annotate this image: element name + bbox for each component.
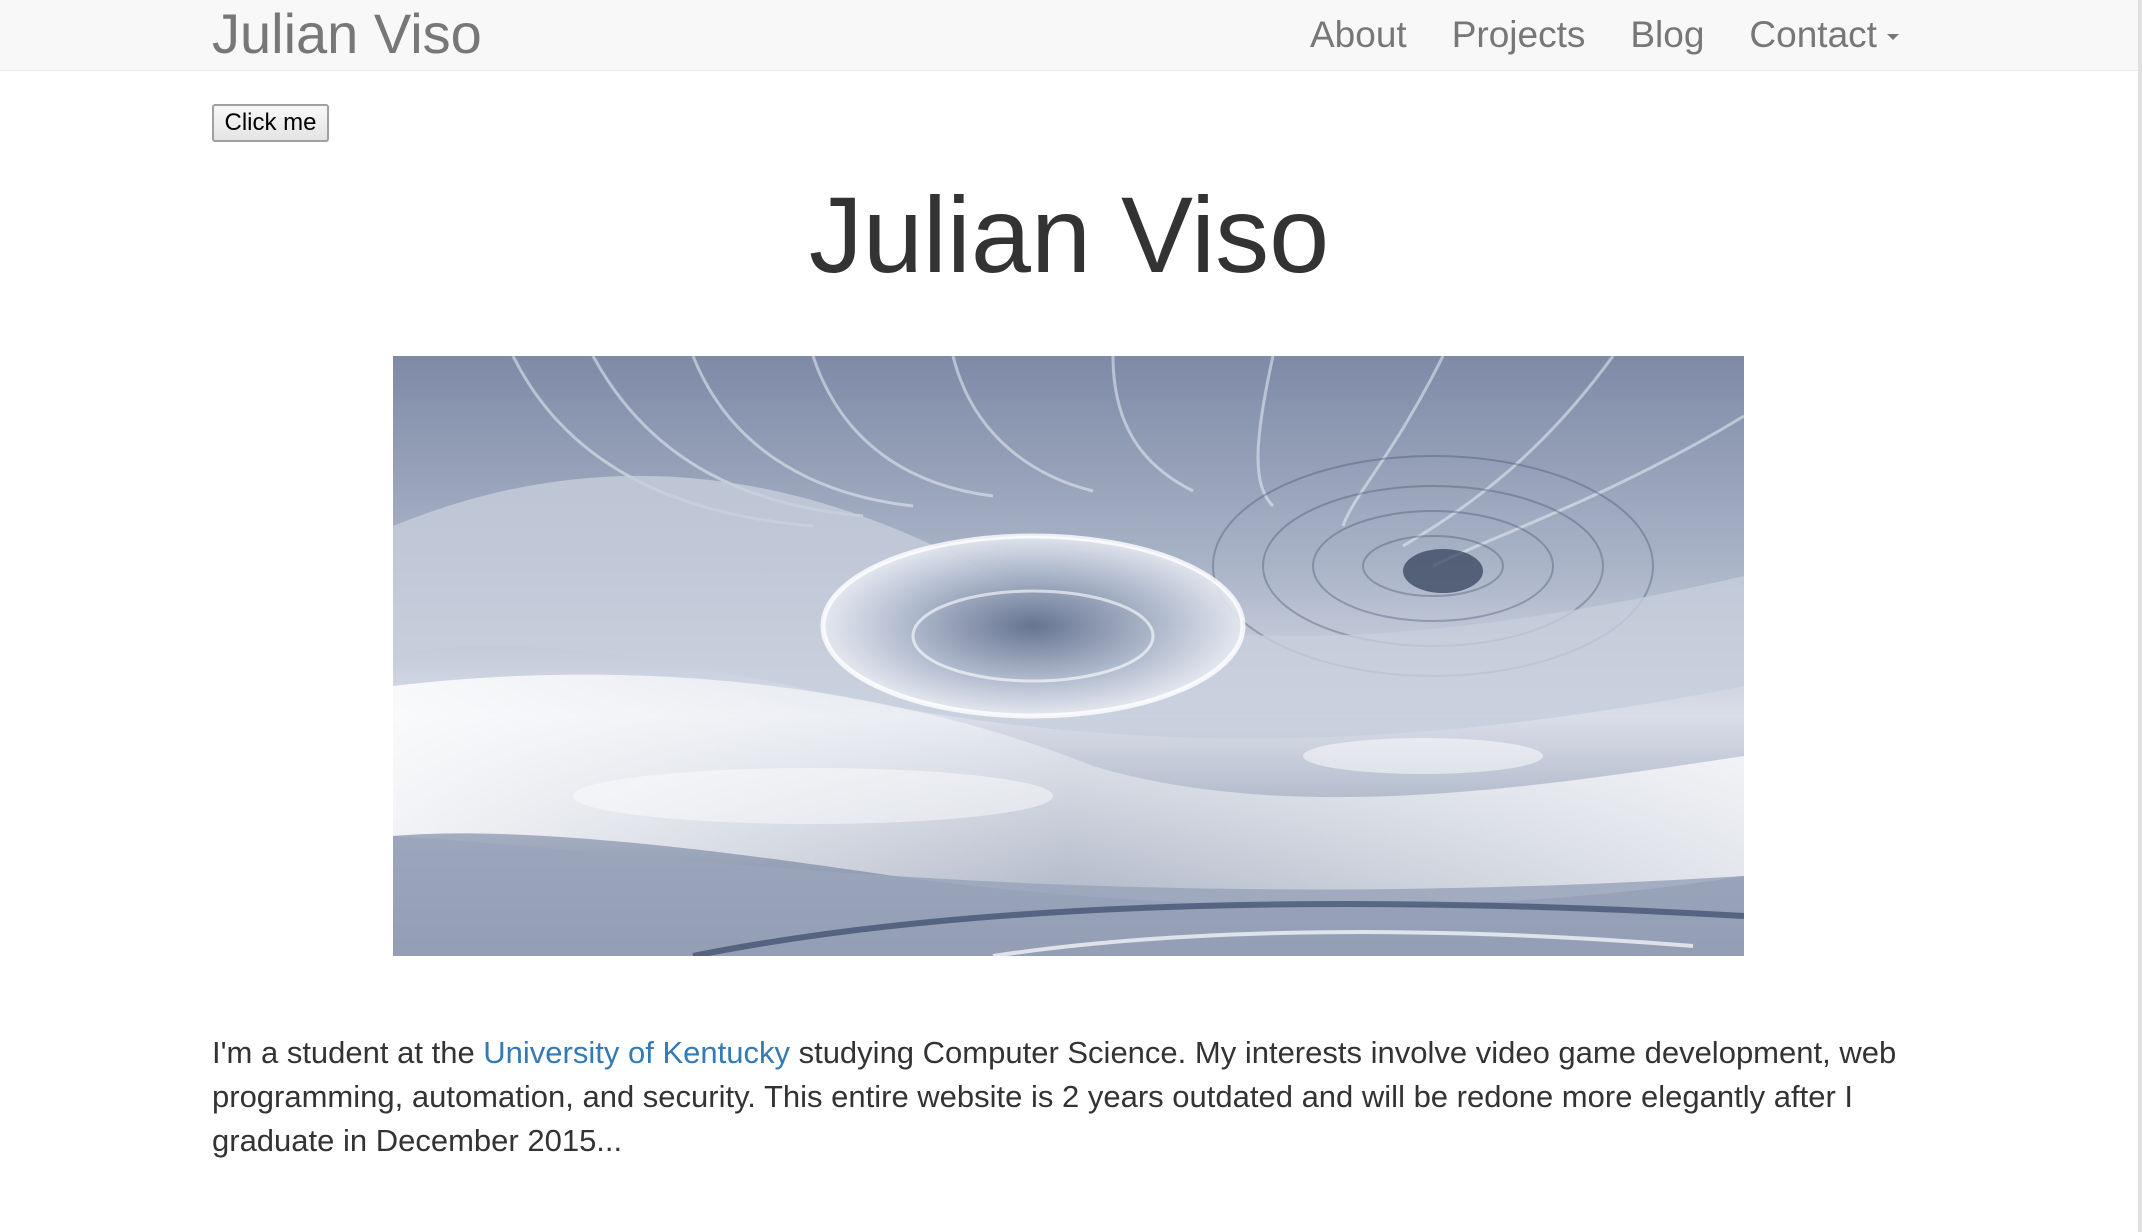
nav-link-blog[interactable]: Blog [1630, 0, 1704, 70]
caret-down-icon [1886, 34, 1899, 41]
bio-paragraph: I'm a student at the University of Kentu… [212, 1031, 1912, 1163]
nav-link-about[interactable]: About [1310, 0, 1407, 70]
page-title: Julian Viso [808, 174, 1330, 295]
brand-link[interactable]: Julian Viso [212, 2, 482, 66]
nav-links: About Projects Blog Contact [1310, 0, 1899, 70]
click-me-button[interactable]: Click me [212, 104, 329, 142]
abstract-swirl-image [393, 356, 1744, 956]
nav-link-contact-label: Contact [1749, 14, 1877, 55]
nav-link-projects[interactable]: Projects [1452, 0, 1586, 70]
scrollbar[interactable] [2138, 0, 2142, 1232]
nav-link-contact-dropdown[interactable]: Contact [1749, 0, 1899, 70]
bio-text-start: I'm a student at the [212, 1035, 484, 1070]
university-link[interactable]: University of Kentucky [483, 1035, 790, 1070]
navbar: Julian Viso About Projects Blog Contact [0, 0, 2138, 71]
